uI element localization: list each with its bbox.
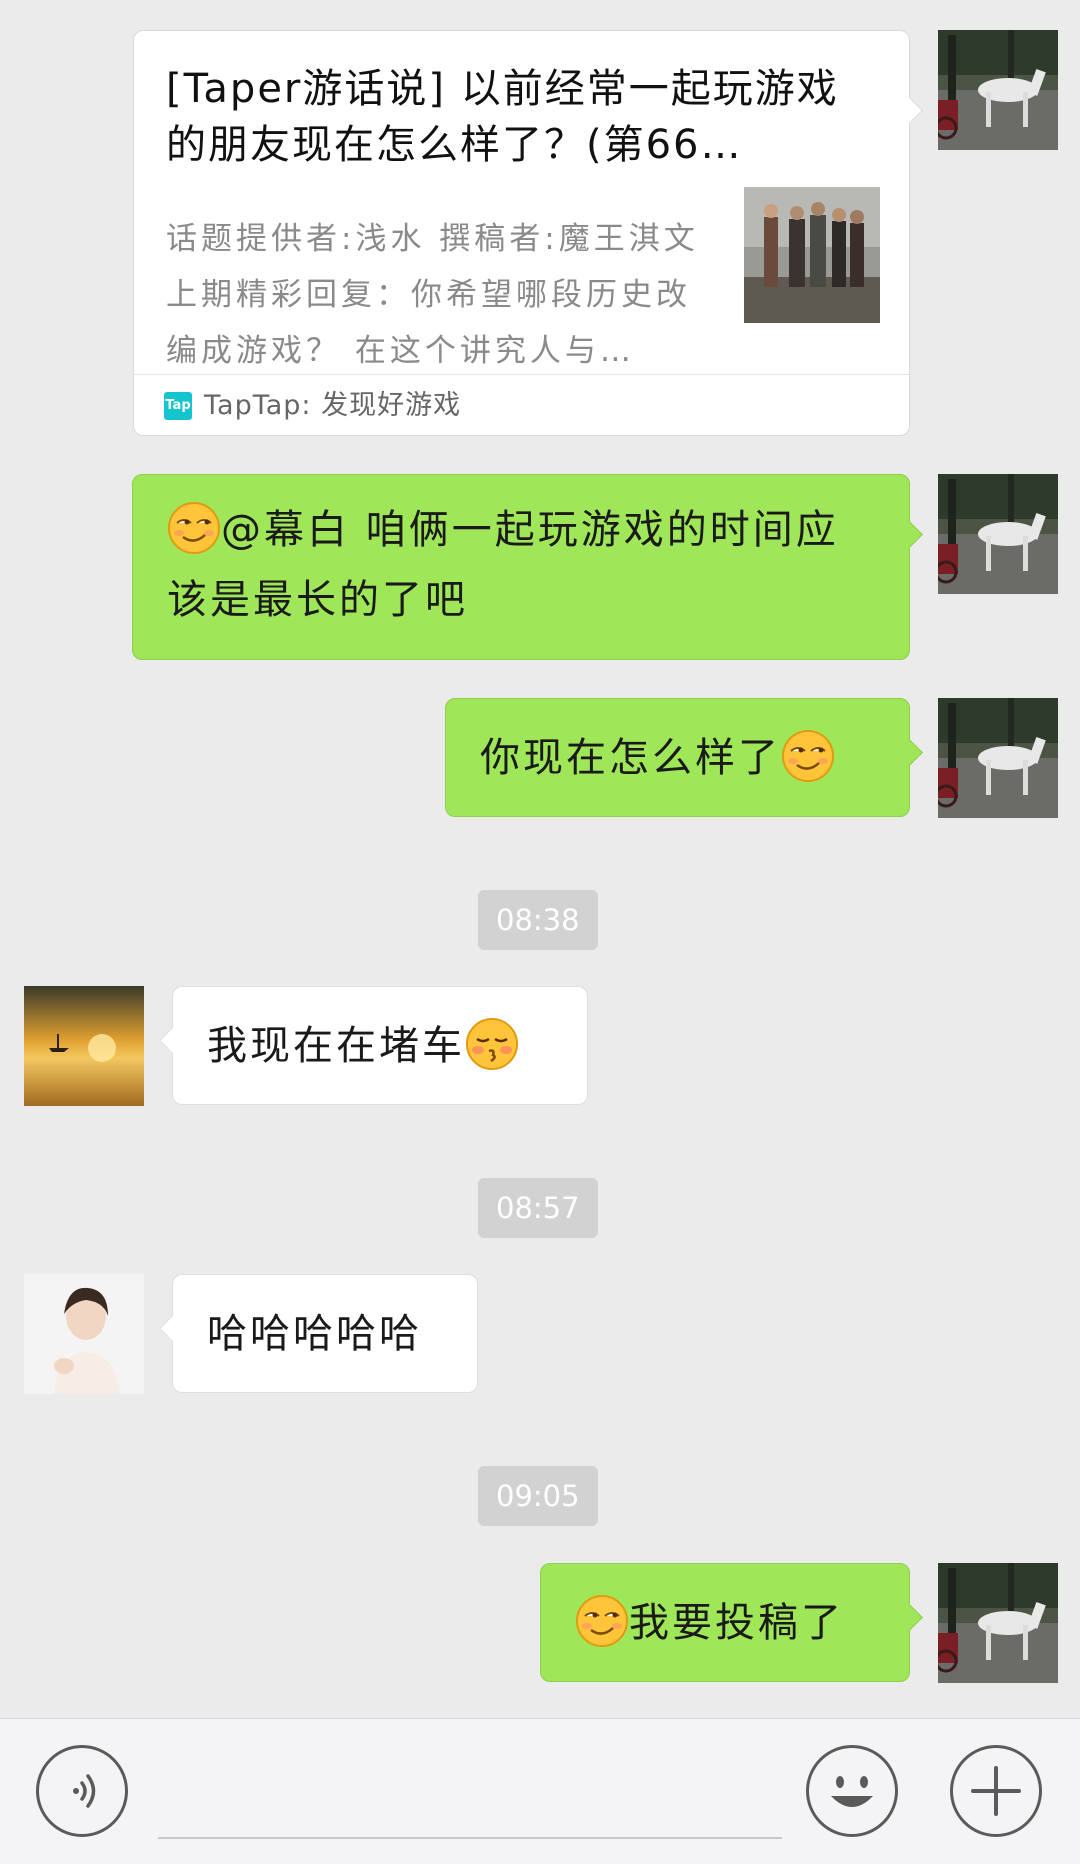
message-text: 我现在在堵车	[207, 1023, 465, 1069]
my-avatar[interactable]	[938, 474, 1058, 594]
card-source-label: TapTap: 发现好游戏	[204, 390, 462, 421]
card-source-footer: Tap TapTap: 发现好游戏	[134, 374, 909, 437]
bubble-tail	[896, 739, 923, 766]
message-text: 你现在怎么样了	[480, 735, 781, 781]
bubble-tail	[896, 521, 923, 548]
smirk-emoji-icon	[575, 1594, 629, 1648]
my-avatar[interactable]	[938, 1563, 1058, 1683]
voice-icon	[73, 1774, 96, 1808]
taptap-logo: Tap	[164, 392, 192, 420]
card-thumbnail-image	[744, 187, 880, 323]
emoji-icon	[831, 1776, 873, 1807]
contact-avatar-sunset[interactable]	[24, 986, 144, 1106]
message-input[interactable]	[158, 1837, 782, 1839]
bubble-tail	[159, 1027, 186, 1054]
my-avatar[interactable]	[938, 698, 1058, 818]
emoji-button[interactable]	[806, 1745, 898, 1837]
received-message-bubble[interactable]: 哈哈哈哈哈	[159, 1274, 478, 1393]
timestamp: 08:38	[478, 890, 598, 950]
bubble-tail	[896, 97, 923, 124]
card-title: [Taper游话说] 以前经常一起玩游戏的朋友现在怎么样了？(第66…	[166, 66, 839, 168]
sent-message-bubble[interactable]: 你现在怎么样了	[445, 698, 923, 817]
input-bar	[0, 1718, 1080, 1864]
timestamp: 09:05	[478, 1466, 598, 1526]
plus-icon	[971, 1766, 1021, 1816]
sent-message-bubble[interactable]: 我要投稿了	[540, 1563, 923, 1682]
my-avatar[interactable]	[938, 30, 1058, 150]
kiss-emoji-icon	[465, 1017, 519, 1071]
contact-avatar-woman[interactable]	[24, 1274, 144, 1394]
link-card-message[interactable]: [Taper游话说] 以前经常一起玩游戏的朋友现在怎么样了？(第66… 话题提供…	[133, 30, 923, 437]
message-text: @幕白 咱俩一起玩游戏的时间应该是最长的了吧	[167, 507, 839, 623]
sent-message-bubble[interactable]: @幕白 咱俩一起玩游戏的时间应该是最长的了吧	[132, 474, 923, 660]
message-text: 哈哈哈哈哈	[207, 1311, 422, 1357]
timestamp: 08:57	[478, 1178, 598, 1238]
bubble-tail	[159, 1315, 186, 1342]
voice-input-button[interactable]	[36, 1745, 128, 1837]
chat-area[interactable]: [Taper游话说] 以前经常一起玩游戏的朋友现在怎么样了？(第66… 话题提供…	[0, 0, 1080, 1718]
card-description: 话题提供者:浅水 撰稿者:魔王淇文 上期精彩回复：你希望哪段历史改编成游戏？ 在…	[166, 221, 699, 369]
received-message-bubble[interactable]: 我现在在堵车	[159, 986, 588, 1105]
smirk-emoji-icon	[167, 501, 221, 555]
more-options-button[interactable]	[950, 1745, 1042, 1837]
smirk-emoji-icon	[781, 729, 835, 783]
bubble-tail	[896, 1604, 923, 1631]
message-text: 我要投稿了	[629, 1600, 844, 1646]
